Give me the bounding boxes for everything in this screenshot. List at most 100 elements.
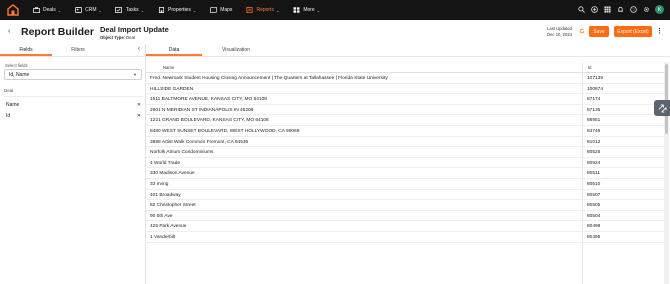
cell-id: 80507 — [587, 192, 601, 198]
tab-visualization[interactable]: Visualization — [212, 44, 260, 56]
field-group-label: Deal — [4, 88, 14, 93]
user-avatar[interactable]: K — [655, 5, 664, 14]
cell-name: 4 World Trade — [150, 160, 181, 166]
chevron-down-icon: ⌄ — [192, 7, 197, 13]
cell-name: 90 5th Ave — [150, 213, 173, 219]
column-header-id[interactable]: Id — [588, 65, 592, 70]
table-row[interactable]: 1221 GRAND BOULEVARD, KANSAS CITY, MO 64… — [146, 115, 664, 126]
side-widget-tab[interactable] — [654, 100, 670, 116]
nav-item-deals[interactable]: Deals ⌄ — [32, 7, 61, 14]
last-updated: Last Updated Dec 10, 2024 — [547, 26, 572, 37]
apps-icon[interactable] — [603, 5, 612, 14]
cell-name: 1221 GRAND BOULEVARD, KANSAS CITY, MO 64… — [150, 118, 269, 124]
help-icon[interactable]: ? — [629, 5, 638, 14]
table-row[interactable]: 1511 BALTMORE AVENUE, KANSAS CITY, MO 64… — [146, 94, 664, 105]
table-row[interactable]: 33 Irving 80510 — [146, 179, 664, 190]
briefcase-icon — [32, 7, 40, 14]
table-body: Fred. Newmark Student Housing Closing An… — [146, 73, 664, 243]
table-row[interactable]: Fred. Newmark Student Housing Closing An… — [146, 73, 664, 84]
table-row[interactable]: 4 World Trade 80524 — [146, 158, 664, 169]
table-header: Name Id — [146, 62, 664, 73]
tab-filters[interactable]: Filters — [52, 44, 104, 56]
field-label: Id — [6, 113, 11, 119]
cell-id: 80498 — [587, 224, 601, 230]
top-nav: Deals ⌄ CRM ⌄ Tasks ⌄ Properties ⌄ Maps Reports ⌄ M… — [0, 0, 670, 20]
remove-field-icon[interactable]: ✕ — [137, 113, 141, 119]
map-icon — [209, 7, 217, 14]
select-fields-value: Id, Name — [9, 71, 30, 78]
svg-text:?: ? — [632, 7, 635, 12]
nav-item-label: Deals — [43, 7, 56, 13]
table-row[interactable]: 1 Vanderbilt 80495 — [146, 232, 664, 243]
save-button[interactable]: Save — [589, 26, 609, 37]
search-icon[interactable] — [577, 5, 586, 14]
cell-id: 80505 — [587, 203, 601, 209]
cell-name: 1511 BALTMORE AVENUE, KANSAS CITY, MO 64… — [150, 97, 267, 103]
cell-id: 81012 — [587, 139, 601, 145]
column-header-name[interactable]: Name — [163, 65, 174, 70]
collapse-panel-icon[interactable]: ‹ — [138, 46, 140, 52]
more-options-icon[interactable]: ⋮ — [656, 27, 663, 35]
scrollbar[interactable] — [664, 62, 669, 284]
table-row[interactable]: 425 Park Avenue 80498 — [146, 221, 664, 232]
table-row[interactable]: 330 Madison Avenue 80511 — [146, 168, 664, 179]
cell-name: Fred. Newmark Student Housing Closing An… — [150, 76, 388, 81]
table-row[interactable]: 401 Broadway 80507 — [146, 190, 664, 201]
chevron-down-icon: ⌄ — [316, 7, 321, 13]
scroll-thumb[interactable] — [665, 64, 668, 134]
settings-gear-icon[interactable] — [642, 5, 651, 14]
field-label: Name — [6, 102, 20, 108]
results-panel: Data Visualization Name Id Fred. Newmark… — [146, 44, 670, 284]
nav-item-tasks[interactable]: Tasks ⌄ — [115, 7, 144, 14]
nav-item-properties[interactable]: Properties ⌄ — [157, 7, 196, 14]
export-excel-button[interactable]: Export (Excel) — [614, 26, 652, 37]
right-tabs: Data Visualization — [146, 44, 670, 57]
back-arrow-icon[interactable]: ‹ — [8, 28, 10, 35]
cell-name: HILLSIDE GARDEN — [150, 86, 194, 92]
cell-name: Norfolk Atrium Condominiums — [150, 150, 214, 156]
building-icon — [157, 7, 165, 14]
table-row[interactable]: 90 5th Ave 80504 — [146, 211, 664, 222]
cell-id: 87135 — [587, 107, 601, 113]
tab-fields[interactable]: Fields — [0, 44, 52, 56]
app-logo-icon[interactable] — [6, 3, 20, 17]
nav-item-crm[interactable]: CRM ⌄ — [74, 7, 102, 14]
nav-item-label: Maps — [220, 7, 233, 13]
select-fields-dropdown[interactable]: Id, Name ▼ — [4, 69, 142, 80]
expand-arrows-icon — [658, 103, 667, 113]
refresh-icon[interactable] — [579, 28, 585, 36]
nav-item-label: Reports — [256, 7, 274, 13]
cell-name: 3888 Artist Walk Common Fremont, CA 9453… — [150, 139, 249, 145]
table-row[interactable]: 82 Christopher Street 80505 — [146, 200, 664, 211]
cell-id: 80495 — [587, 234, 601, 240]
table-row[interactable]: Norfolk Atrium Condominiums 80525 — [146, 147, 664, 158]
table-row[interactable]: HILLSIDE GARDEN 100674 — [146, 84, 664, 95]
nav-item-reports[interactable]: Reports ⌄ — [245, 7, 279, 14]
chevron-down-icon: ▼ — [133, 72, 137, 77]
report-name[interactable]: Deal Import Update — [100, 25, 169, 34]
cell-id: 80504 — [587, 213, 601, 219]
selected-field-id: Id ✕ — [6, 113, 141, 119]
remove-field-icon[interactable]: ✕ — [137, 102, 141, 108]
add-icon[interactable] — [590, 5, 599, 14]
nav-item-more[interactable]: More ⌄ — [292, 7, 320, 14]
cell-name: 33 Irving — [150, 181, 169, 187]
table-row[interactable]: 3888 Artist Walk Common Fremont, CA 9453… — [146, 137, 664, 148]
cell-id: 86951 — [587, 118, 601, 124]
table-row[interactable]: 2901 N MERIDIAN ST INDIANAPOLIS IN 46208… — [146, 105, 664, 116]
chevron-down-icon: ⌄ — [275, 7, 280, 13]
cell-name: 82 Christopher Street — [150, 203, 196, 209]
page-title: Report Builder — [21, 26, 94, 38]
cell-name: 425 Park Avenue — [150, 224, 187, 230]
table-row[interactable]: 8480 WEST SUNSET BOULEVARD, WEST HOLLYWO… — [146, 126, 664, 137]
tasks-icon — [115, 7, 123, 14]
divider — [4, 96, 142, 97]
notification-bell-icon[interactable] — [616, 5, 625, 14]
nav-item-maps[interactable]: Maps — [209, 7, 232, 14]
nav-item-label: Tasks — [125, 7, 139, 13]
tab-data[interactable]: Data — [146, 44, 202, 56]
fields-panel: Fields Filters ‹ Select fields Id, Name … — [0, 44, 146, 284]
cell-name: 401 Broadway — [150, 192, 181, 198]
cell-id: 100674 — [587, 86, 604, 92]
cell-id: 80511 — [587, 171, 600, 177]
